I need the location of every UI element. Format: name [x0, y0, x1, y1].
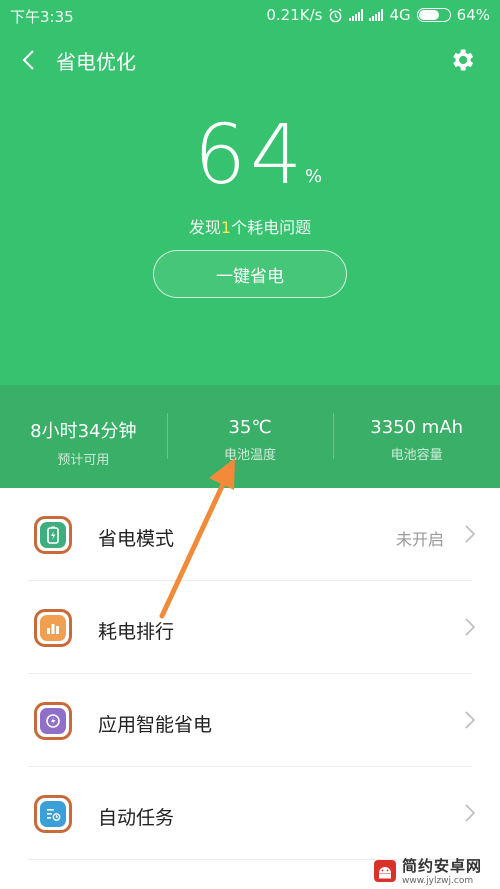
watermark-url: www.jylzwj.com [402, 876, 474, 886]
stat-value: 8小时34分钟 [30, 421, 137, 442]
menu-item-power-ranking[interactable]: 耗电排行 [0, 581, 500, 674]
hero-panel: 下午3:35 0.21K/s 4G 64% 省电优化 64 % 发现1个耗电问题… [0, 0, 500, 385]
title-bar: 省电优化 [0, 40, 500, 80]
menu-label: 省电模式 [98, 528, 175, 550]
status-right: 0.21K/s 4G 64% [266, 6, 490, 24]
stat-label: 预计可用 [57, 453, 110, 468]
page-title: 省电优化 [56, 50, 136, 74]
battery-saver-icon [34, 516, 72, 554]
stat-value: 35℃ [228, 417, 272, 438]
menu-list: 省电模式 未开启 耗电排行 应用智能省电 自动任务 [0, 488, 500, 860]
battery-stats: 8小时34分钟 预计可用 35℃ 电池温度 3350 mAh 电池容量 [0, 385, 500, 488]
stat-temperature: 35℃ 电池温度 [166, 385, 334, 488]
percent-unit: % [305, 166, 323, 187]
alarm-icon [329, 7, 343, 22]
battery-percent: 64% [456, 6, 490, 24]
network-speed: 0.21K/s [266, 6, 323, 24]
chevron-right-icon [465, 804, 476, 822]
watermark-name: 简约安卓网 [402, 857, 483, 875]
battery-percentage: 64 % [0, 108, 500, 203]
network-type: 4G [389, 6, 411, 24]
chevron-right-icon [465, 525, 476, 543]
stat-label: 电池温度 [224, 448, 277, 463]
stat-capacity: 3350 mAh 电池容量 [333, 385, 500, 488]
menu-item-auto-task[interactable]: 自动任务 [0, 767, 500, 860]
menu-label: 应用智能省电 [98, 714, 213, 736]
menu-label: 耗电排行 [98, 621, 175, 643]
status-time: 下午3:35 [10, 8, 74, 26]
menu-item-power-saving-mode[interactable]: 省电模式 未开启 [0, 488, 500, 581]
signal-icon-2 [369, 9, 384, 21]
one-key-save-button[interactable]: 一键省电 [153, 250, 347, 298]
stat-label: 电池容量 [390, 448, 443, 463]
stat-remaining: 8小时34分钟 预计可用 [0, 385, 167, 488]
status-bar: 下午3:35 0.21K/s 4G 64% [0, 0, 500, 30]
android-logo-icon [374, 859, 396, 882]
chevron-right-icon [465, 618, 476, 636]
stat-value: 3350 mAh [370, 417, 464, 438]
chevron-left-icon[interactable] [18, 47, 40, 73]
chevron-right-icon [465, 711, 476, 729]
issue-count: 1 [220, 218, 232, 237]
app-power-icon [34, 702, 72, 740]
battery-icon [416, 8, 451, 22]
auto-task-icon [34, 795, 72, 833]
menu-status: 未开启 [395, 530, 444, 549]
menu-label: 自动任务 [98, 807, 175, 829]
gear-icon[interactable] [448, 46, 476, 74]
issue-text: 发现1个耗电问题 [0, 214, 500, 238]
percent-value: 64 [193, 108, 307, 203]
issue-suffix: 个耗电问题 [231, 218, 312, 237]
bar-chart-icon [34, 609, 72, 647]
watermark: 简约安卓网 www.jylzwj.com [372, 852, 500, 889]
watermark-text: 简约安卓网 www.jylzwj.com [402, 855, 482, 886]
signal-icon [349, 9, 364, 21]
issue-prefix: 发现 [188, 218, 221, 237]
menu-item-app-power-saving[interactable]: 应用智能省电 [0, 674, 500, 767]
